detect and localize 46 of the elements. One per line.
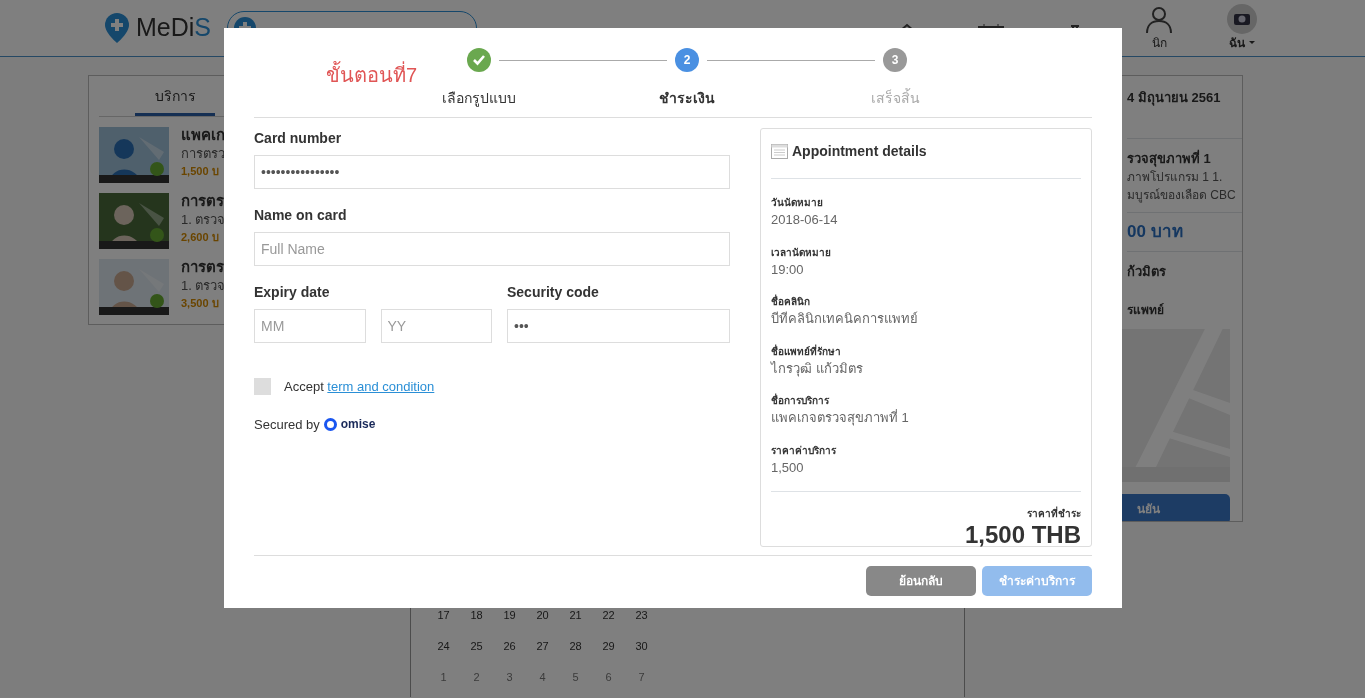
field-label: Card number [254,129,343,148]
detail-value: ไกรวุฒิ แก้วมิตร [771,359,864,378]
detail-label: ราคาค่าบริการ [771,443,837,458]
brand-text: omise [340,416,376,434]
clinic-heading: รแพทย์ [1127,302,1165,319]
detail-value: 19:00 [771,260,805,279]
detail-value: 1,500 [771,458,805,477]
service-price: 3,500 บ [181,296,220,311]
accept-text: Accept term and condition [284,378,435,396]
nav-label: นิก [1151,35,1167,52]
logo-text: MeDiS [136,12,212,44]
summary-date: 4 มิถุนายน 2561 [1127,89,1222,108]
summary-price: 00 บาท [1127,221,1184,243]
step-number: 3 [883,48,907,72]
service-title: การตร [181,259,225,276]
service-price: 2,600 บ [181,230,220,245]
detail-label: ชื่อแพทย์ที่รักษา [771,343,842,359]
field-label: Name on card [254,206,348,225]
service-subtitle: การตรว [181,144,225,163]
service-subtitle: 1. ตรวจ [181,210,226,229]
detail-value: แพคเกจตรวจสุขภาพที่ 1 [771,408,910,428]
step-label: ชำระเงิน [659,89,715,108]
summary-line: มบูรณ์ของเลือด CBC [1127,187,1237,204]
total-amount: 1,500 THB [964,521,1081,550]
field-label: Expiry date [254,283,331,302]
step-caption: ขั้นตอนที่7 [326,60,418,90]
detail-value: บีทีคลินิกเทคนิคการแพทย์ [771,310,919,328]
details-title: Appointment details [792,142,927,161]
detail-label: เวลานัดหมาย [771,245,832,260]
service-price: 1,500 บ [181,164,220,179]
summary-service: รวจสุขภาพที่ 1 [1127,148,1212,168]
step-number: 2 [675,48,699,72]
service-title: แพคเก [181,127,225,144]
step-label: เลือกรูปแบบ [442,89,516,109]
step-label: เสร็จสิ้น [870,88,920,108]
service-title: การตร [181,193,225,210]
detail-value: 2018-06-14 [771,211,839,229]
detail-label: ชื่อการบริการ [771,393,830,408]
doctor-name: ก้วมิตร [1127,262,1167,281]
secured-text: Secured by [254,415,320,434]
total-label: ราคาที่ชำระ [1027,506,1081,521]
field-label: Security code [507,283,600,302]
service-subtitle: 1. ตรวจ [181,276,226,295]
summary-line: ภาพโปรแกรม 1 1. [1127,169,1224,186]
detail-label: วันนัดหมาย [771,196,824,210]
detail-label: ชื่อคลินิก [771,294,811,309]
